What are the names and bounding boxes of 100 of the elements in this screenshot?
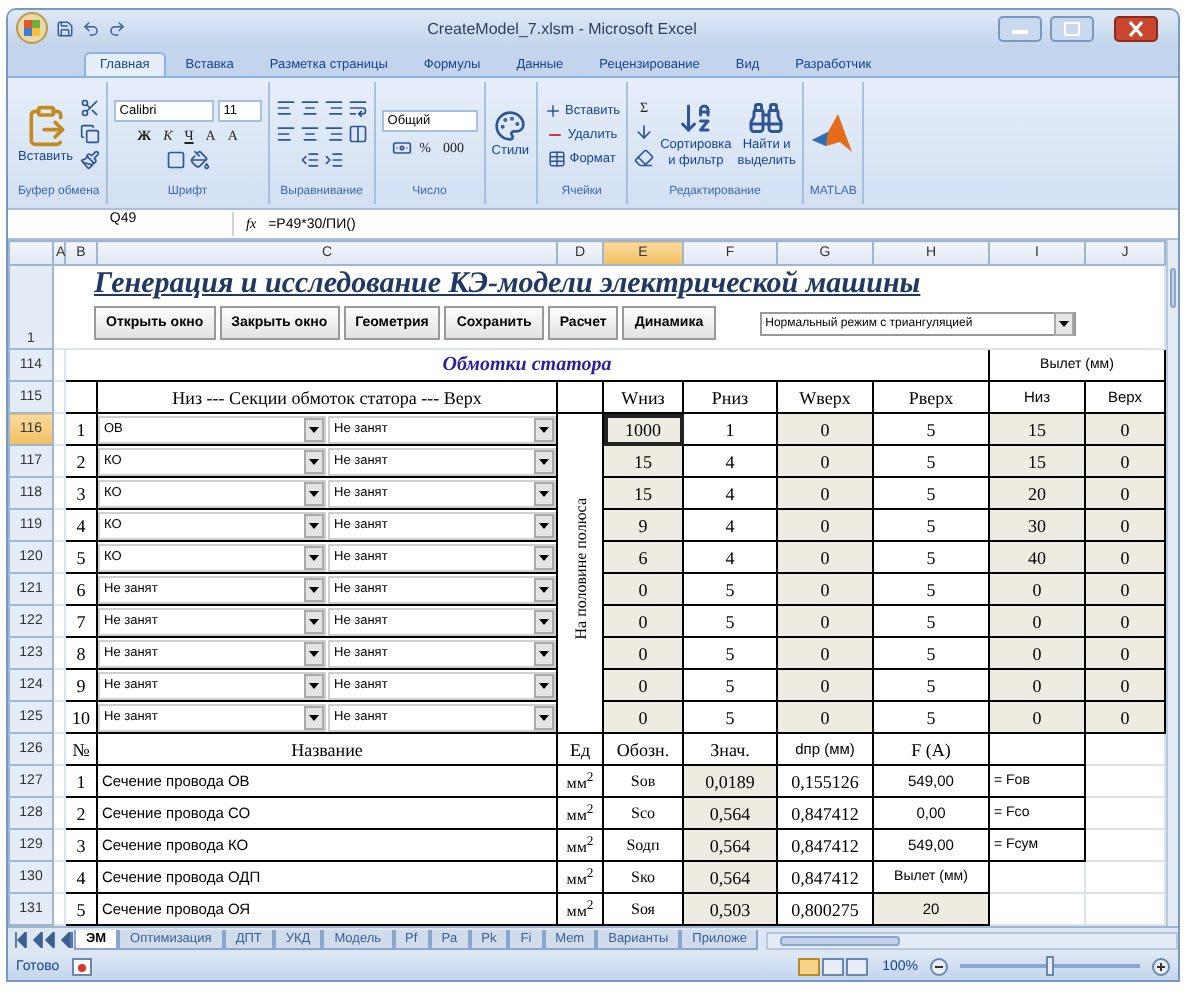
table-cell: 0 (1085, 509, 1165, 541)
matlab-logo-icon[interactable] (809, 112, 854, 156)
vertical-scrollbar[interactable] (1166, 240, 1178, 926)
table-cell: 5 (683, 701, 777, 733)
sheet-title: Генерация и исследование КЭ-модели электрической машины (94, 268, 923, 302)
table-cell: 15 (603, 445, 683, 477)
table-cell: 0 (1085, 669, 1165, 701)
brush-icon[interactable] (79, 150, 100, 170)
table-cell: 0 (989, 637, 1085, 669)
table-cell: 15 (603, 477, 683, 509)
align-left-icon[interactable] (275, 124, 296, 144)
table-cell: 0 (603, 637, 683, 669)
table-cell: 4 (683, 509, 777, 541)
table-cell: 0 (1085, 477, 1165, 509)
table-cell: 0 (777, 605, 873, 637)
table-cell: 5 (873, 669, 989, 701)
table-cell: Sов (603, 765, 683, 797)
table-cell: 5 (873, 701, 989, 733)
table-cell: мм$^{2}$ (557, 829, 603, 861)
table-cell: мм$^{2}$ (557, 893, 603, 925)
sheet-navigation-icon[interactable] (14, 932, 74, 948)
table-cell: Sко (603, 861, 683, 893)
indent-decrease-icon[interactable] (299, 150, 320, 170)
minimize-icon[interactable] (998, 15, 1042, 41)
table-cell: 0 (777, 669, 873, 701)
table-cell: 0 (777, 509, 873, 541)
table-cell: 5 (873, 541, 989, 573)
table-cell: 0 (989, 701, 1085, 733)
align-center-icon[interactable] (299, 124, 320, 144)
table-cell: 0 (1085, 413, 1165, 445)
column-label: Обозн. (603, 733, 683, 765)
table-cell: 0 (777, 701, 873, 733)
wrap-text-icon[interactable] (347, 98, 368, 118)
sort-icon (677, 100, 714, 136)
undo-icon[interactable] (82, 19, 100, 37)
table-cell: 0 (603, 573, 683, 605)
table-cell: 0 (1085, 573, 1165, 605)
table-cell: 0 (603, 605, 683, 637)
indent-increase-icon[interactable] (323, 150, 344, 170)
fill-down-icon[interactable] (634, 122, 655, 142)
merge-icon[interactable] (347, 124, 368, 144)
save-icon[interactable] (56, 19, 74, 37)
table-cell: 0 (777, 477, 873, 509)
column-label: Рниз (683, 381, 777, 413)
table-cell: мм$^{2}$ (557, 797, 603, 829)
table-cell: 1 (683, 413, 777, 445)
table-cell: 4 (683, 445, 777, 477)
scissors-icon[interactable] (79, 98, 100, 118)
column-label: Знач. (683, 733, 777, 765)
palette-icon (494, 110, 527, 142)
zoom-out-icon[interactable] (930, 957, 948, 975)
table-cell: 1000 (603, 413, 683, 445)
table-cell: 0 (777, 541, 873, 573)
view-buttons-icon[interactable] (798, 957, 871, 975)
vertical-label: На половине полюса (571, 497, 589, 639)
table-cell: 0 (1085, 637, 1165, 669)
copy-icon[interactable] (79, 124, 100, 144)
table-cell: 5 (683, 669, 777, 701)
table-cell: 0 (1085, 701, 1165, 733)
table-cell: 0 (1085, 605, 1165, 637)
currency-icon[interactable] (391, 138, 412, 158)
table-cell: 0,564 (683, 797, 777, 829)
table-cell: 0 (777, 637, 873, 669)
column-label: F (A) (873, 733, 989, 765)
table-cell: 5 (873, 413, 989, 445)
redo-icon[interactable] (108, 19, 126, 37)
table-cell: 0 (989, 573, 1085, 605)
column-label: Wниз (603, 381, 683, 413)
column-label: Рверх (873, 381, 989, 413)
eraser-icon[interactable] (634, 148, 655, 168)
table-cell: 6 (603, 541, 683, 573)
table-cell: 5 (873, 573, 989, 605)
table-cell: 0 (603, 701, 683, 733)
align-right-icon[interactable] (323, 124, 344, 144)
table-cell: 0,847412 (777, 829, 873, 861)
table-cell: 5 (683, 637, 777, 669)
table-cell: 5 (873, 509, 989, 541)
horizontal-scrollbar[interactable] (766, 931, 1178, 949)
table-cell: 5 (683, 605, 777, 637)
table-cell: 5 (873, 637, 989, 669)
table-icon (547, 149, 566, 167)
office-button-icon[interactable] (16, 12, 48, 44)
border-icon[interactable] (165, 149, 186, 169)
macro-record-icon[interactable] (71, 957, 92, 975)
table-cell: 9 (603, 509, 683, 541)
zoom-in-icon[interactable] (1152, 957, 1170, 975)
table-cell: Sоя (603, 893, 683, 925)
table-cell: 0 (777, 573, 873, 605)
table-cell: 0,155126 (777, 765, 873, 797)
table-cell: 30 (989, 509, 1085, 541)
table-cell: 0,564 (683, 861, 777, 893)
fill-color-icon[interactable] (189, 149, 210, 169)
column-label: Wверх (777, 381, 873, 413)
window-title: CreateModel_7.xlsm - Microsoft Excel (425, 19, 699, 37)
table-cell: 0 (989, 669, 1085, 701)
column-label: Название (97, 733, 557, 765)
table-cell: 15 (989, 445, 1085, 477)
table-cell: 0 (1085, 541, 1165, 573)
maximize-icon[interactable] (1050, 15, 1094, 41)
table-cell: Sодп (603, 829, 683, 861)
